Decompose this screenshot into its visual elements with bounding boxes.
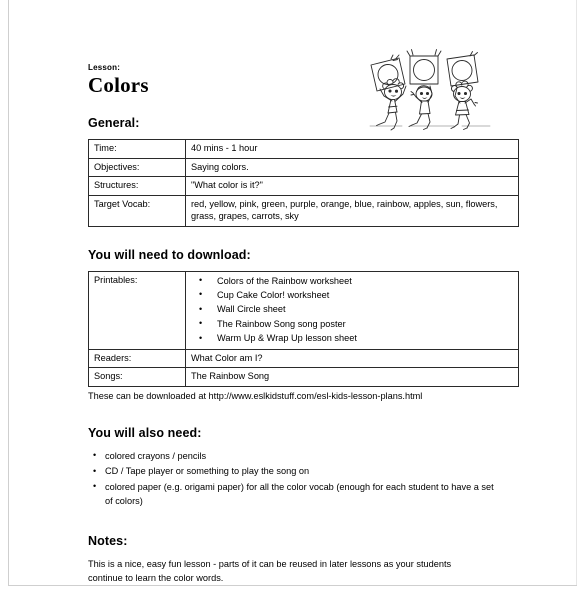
- printables-cell: Colors of the Rainbow worksheet Cup Cake…: [185, 270, 519, 350]
- table-row: Target Vocab: red, yellow, pink, green, …: [88, 194, 519, 227]
- table-row: Readers: What Color am I?: [88, 348, 519, 369]
- row-value: Saying colors.: [185, 157, 519, 177]
- list-item: colored crayons / pencils: [88, 448, 496, 464]
- row-value: The Rainbow Song: [185, 367, 519, 387]
- page-frame-right-line: [576, 0, 577, 586]
- row-label: Structures:: [88, 176, 186, 196]
- list-item: The Rainbow Song song poster: [191, 316, 513, 331]
- page-frame-bottom-line: [8, 585, 577, 586]
- page-frame-left-line: [8, 0, 9, 586]
- list-item: Wall Circle sheet: [191, 302, 513, 317]
- notes-body-text: This is a nice, easy fun lesson - parts …: [88, 558, 452, 583]
- row-value: "What color is it?": [185, 176, 519, 196]
- table-row: Objectives: Saying colors.: [88, 157, 519, 177]
- general-info-table: Time: 40 mins - 1 hour Objectives: Sayin…: [88, 139, 519, 227]
- row-value: What Color am I?: [185, 348, 519, 369]
- row-label: Readers:: [88, 348, 186, 369]
- table-row: Songs: The Rainbow Song: [88, 367, 519, 387]
- list-item: Cup Cake Color! worksheet: [191, 287, 513, 302]
- row-label: Target Vocab:: [88, 194, 186, 227]
- row-label: Printables:: [88, 270, 186, 350]
- download-url-note: These can be downloaded at http://www.es…: [88, 390, 423, 401]
- section-heading-notes: Notes:: [88, 533, 128, 548]
- row-value: red, yellow, pink, green, purple, orange…: [185, 194, 519, 227]
- printables-list: Colors of the Rainbow worksheet Cup Cake…: [191, 273, 513, 346]
- section-heading-also-need: You will also need:: [88, 425, 202, 440]
- table-row: Time: 40 mins - 1 hour: [88, 139, 519, 159]
- page-title: Colors: [88, 73, 149, 97]
- section-heading-download: You will need to download:: [88, 247, 251, 262]
- list-item: Warm Up & Wrap Up lesson sheet: [191, 331, 513, 346]
- table-row: Structures: "What color is it?": [88, 176, 519, 196]
- list-item: Colors of the Rainbow worksheet: [191, 273, 513, 288]
- also-need-list: colored crayons / pencils CD / Tape play…: [88, 448, 498, 509]
- list-item: CD / Tape player or something to play th…: [88, 464, 496, 479]
- table-row: Printables: Colors of the Rainbow worksh…: [88, 270, 519, 350]
- list-item: colored paper (e.g. origami paper) for a…: [88, 479, 496, 509]
- row-label: Time:: [88, 139, 186, 159]
- section-heading-general: General:: [88, 116, 140, 130]
- row-label: Songs:: [88, 367, 186, 387]
- row-value: 40 mins - 1 hour: [185, 139, 519, 159]
- download-materials-table: Printables: Colors of the Rainbow worksh…: [88, 270, 519, 387]
- document-content: Lesson: Colors General: Time: 40 mins - …: [88, 0, 519, 585]
- lesson-plan-page: Lesson: Colors General: Time: 40 mins - …: [0, 0, 585, 590]
- row-label: Objectives:: [88, 157, 186, 177]
- lesson-label: Lesson:: [88, 63, 121, 72]
